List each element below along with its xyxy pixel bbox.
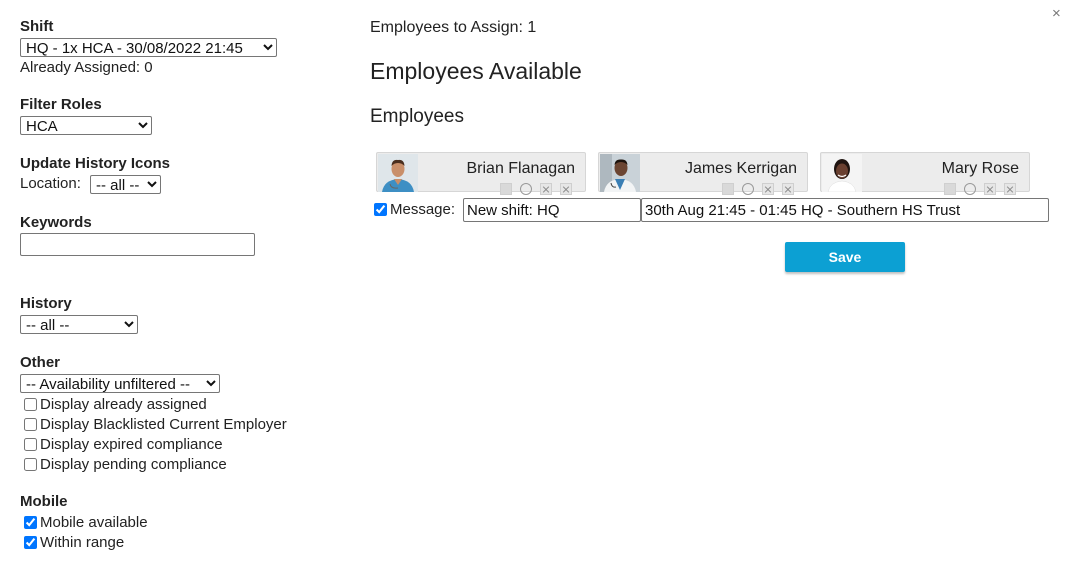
circle-icon[interactable] <box>520 183 532 195</box>
page-title: Employees Available <box>370 58 582 84</box>
location-label: Location: <box>20 175 81 192</box>
save-button[interactable]: Save <box>785 242 905 272</box>
history-select[interactable]: -- all -- <box>20 315 138 334</box>
location-select[interactable]: -- all -- <box>90 175 161 194</box>
keywords-input[interactable] <box>20 233 255 256</box>
employees-to-assign-text: Employees to Assign: 1 <box>370 19 537 36</box>
mobile-available-checkbox[interactable] <box>24 516 37 529</box>
already-assigned-text: Already Assigned: 0 <box>20 59 153 76</box>
employee-card[interactable]: Mary Rose <box>820 152 1030 195</box>
history-label: History <box>20 295 72 312</box>
avatar <box>378 154 418 192</box>
display-expired-compliance-checkbox[interactable] <box>24 438 37 451</box>
checkbox-label: Display Blacklisted Current Employer <box>40 416 287 433</box>
employee-card[interactable]: Brian Flanagan <box>376 152 586 195</box>
circle-icon[interactable] <box>964 183 976 195</box>
message-body-input[interactable] <box>641 198 1049 222</box>
close-x-icon[interactable] <box>984 183 996 195</box>
display-pending-compliance-checkbox[interactable] <box>24 458 37 471</box>
employee-name: Brian Flanagan <box>466 160 575 177</box>
checkbox-label: Display already assigned <box>40 396 207 413</box>
employee-actions <box>944 183 1016 195</box>
keywords-label: Keywords <box>20 214 92 231</box>
avatar <box>822 154 862 192</box>
mobile-available-row[interactable]: Mobile available <box>24 514 148 531</box>
checkbox-label: Within range <box>40 534 125 551</box>
other-label: Other <box>20 354 61 371</box>
within-range-checkbox[interactable] <box>24 536 37 549</box>
employees-heading: Employees <box>370 106 464 127</box>
status-square-icon[interactable] <box>722 183 734 195</box>
message-checkbox[interactable] <box>374 203 387 216</box>
display-blacklisted-row[interactable]: Display Blacklisted Current Employer <box>24 416 287 433</box>
filter-roles-select[interactable]: HCA <box>20 116 152 135</box>
message-toggle[interactable]: Message: <box>374 201 455 218</box>
status-square-icon[interactable] <box>944 183 956 195</box>
close-icon[interactable]: × <box>1052 5 1061 22</box>
employee-actions <box>500 183 572 195</box>
shift-label: Shift <box>20 18 54 35</box>
update-history-label: Update History Icons <box>20 155 171 172</box>
display-pending-compliance-row[interactable]: Display pending compliance <box>24 456 227 473</box>
display-already-assigned-row[interactable]: Display already assigned <box>24 396 207 413</box>
availability-select[interactable]: -- Availability unfiltered -- <box>20 374 220 393</box>
close-x-icon[interactable] <box>762 183 774 195</box>
close-x-icon[interactable] <box>1004 183 1016 195</box>
checkbox-label: Display expired compliance <box>40 436 223 453</box>
mobile-label: Mobile <box>20 493 68 510</box>
employee-name: James Kerrigan <box>684 160 797 177</box>
shift-select[interactable]: HQ - 1x HCA - 30/08/2022 21:45 <box>20 38 277 57</box>
close-x-icon[interactable] <box>560 183 572 195</box>
filter-roles-label: Filter Roles <box>20 96 102 113</box>
employee-card[interactable]: James Kerrigan <box>598 152 808 195</box>
message-subject-input[interactable] <box>463 198 641 222</box>
display-expired-compliance-row[interactable]: Display expired compliance <box>24 436 223 453</box>
employee-name: Mary Rose <box>941 160 1019 177</box>
within-range-row[interactable]: Within range <box>24 534 124 551</box>
circle-icon[interactable] <box>742 183 754 195</box>
display-already-assigned-checkbox[interactable] <box>24 398 37 411</box>
close-x-icon[interactable] <box>782 183 794 195</box>
checkbox-label: Display pending compliance <box>40 456 227 473</box>
checkbox-label: Mobile available <box>40 514 148 531</box>
display-blacklisted-checkbox[interactable] <box>24 418 37 431</box>
status-square-icon[interactable] <box>500 183 512 195</box>
avatar <box>600 154 640 192</box>
employee-actions <box>722 183 794 195</box>
close-x-icon[interactable] <box>540 183 552 195</box>
message-label: Message: <box>390 201 456 218</box>
